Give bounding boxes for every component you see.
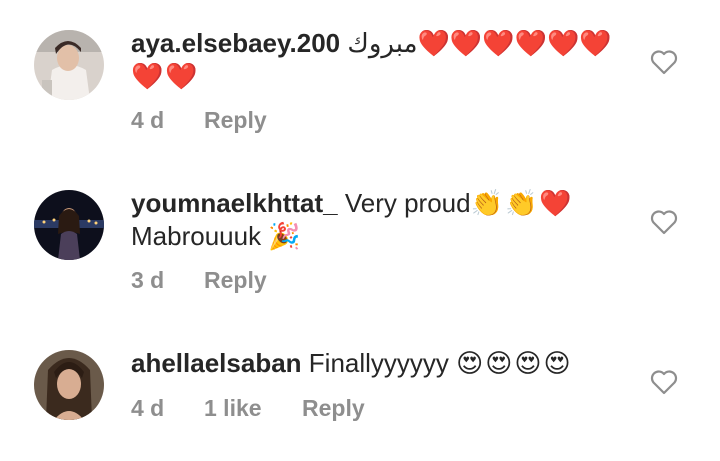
comment-username[interactable]: ahellaelsaban [131, 348, 302, 378]
comment-emojis: ❤️❤️❤️❤️❤️❤️ [417, 28, 612, 58]
comment-message: Very proud [344, 188, 471, 218]
comment-text: youmnaelkhttat_ Very proud👏👏❤️ [131, 187, 631, 220]
heart-outline-icon[interactable] [650, 209, 678, 235]
comment-username[interactable]: youmnaelkhttat_ [131, 188, 338, 218]
comment-body: youmnaelkhttat_ Very proud👏👏❤️ Mabrouuuk… [131, 187, 631, 253]
heart-outline-icon[interactable] [650, 49, 678, 75]
comment-text-line2: Mabrouuuk 🎉 [131, 220, 631, 253]
comment-emojis: 👏👏❤️ [470, 188, 574, 218]
comment-timestamp: 4 d [131, 107, 165, 133]
comment-item: ahellaelsaban Finallyyyyyy 😍😍😍😍 4 d 1 li… [0, 320, 720, 461]
comment-text-line2: ❤️❤️ [131, 60, 631, 93]
reply-button[interactable]: Reply [204, 267, 267, 294]
comment-message-line2: Mabrouuuk [131, 221, 262, 251]
comment-message: مبروك [347, 28, 418, 58]
comment-message: Finallyyyyyy [308, 348, 449, 378]
reply-button[interactable]: Reply [302, 395, 365, 422]
comment-emojis: 😍😍😍😍 [456, 348, 573, 378]
likes-count[interactable]: 1 like [204, 395, 262, 422]
comment-timestamp: 3 d [131, 267, 165, 293]
comment-emojis-line2: ❤️❤️ [131, 61, 200, 91]
comment-item: youmnaelkhttat_ Very proud👏👏❤️ Mabrouuuk… [0, 160, 720, 310]
comment-text: ahellaelsaban Finallyyyyyy 😍😍😍😍 [131, 347, 631, 380]
reply-button[interactable]: Reply [204, 107, 267, 134]
comment-item: aya.elsebaey.200 مبروك❤️❤️❤️❤️❤️❤️ ❤️❤️ … [0, 0, 720, 150]
avatar[interactable] [34, 190, 104, 260]
avatar[interactable] [34, 350, 104, 420]
comment-username[interactable]: aya.elsebaey.200 [131, 28, 340, 58]
comment-emojis-line2: 🎉 [268, 221, 303, 251]
comment-body: ahellaelsaban Finallyyyyyy 😍😍😍😍 [131, 347, 631, 380]
comment-timestamp: 4 d [131, 395, 165, 421]
comment-body: aya.elsebaey.200 مبروك❤️❤️❤️❤️❤️❤️ ❤️❤️ [131, 27, 631, 93]
avatar[interactable] [34, 30, 104, 100]
comment-text: aya.elsebaey.200 مبروك❤️❤️❤️❤️❤️❤️ [131, 27, 631, 60]
heart-outline-icon[interactable] [650, 369, 678, 395]
